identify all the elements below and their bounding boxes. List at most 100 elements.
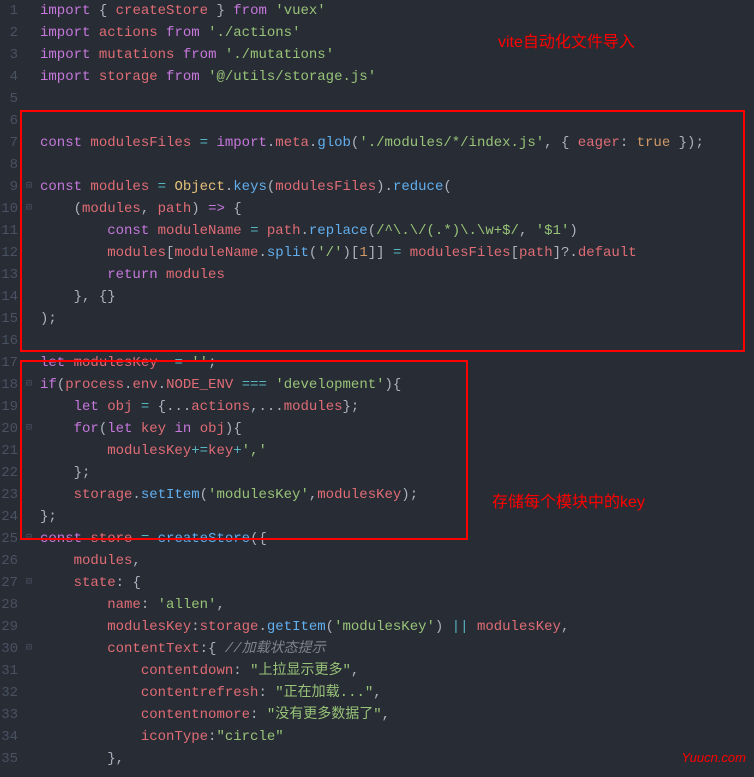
line-number: 3 <box>0 44 18 66</box>
code-line[interactable] <box>40 88 754 110</box>
fold-marker[interactable]: ⊟ <box>26 572 40 594</box>
fold-marker <box>26 44 40 66</box>
fold-marker <box>26 242 40 264</box>
fold-marker <box>26 506 40 528</box>
line-number: 32 <box>0 682 18 704</box>
code-line[interactable]: }, {} <box>40 286 754 308</box>
code-line[interactable]: name: 'allen', <box>40 594 754 616</box>
code-line[interactable]: storage.setItem('modulesKey',modulesKey)… <box>40 484 754 506</box>
fold-marker <box>26 0 40 22</box>
fold-marker <box>26 330 40 352</box>
fold-marker <box>26 154 40 176</box>
fold-marker <box>26 704 40 726</box>
fold-marker <box>26 660 40 682</box>
code-line[interactable]: let obj = {...actions,...modules}; <box>40 396 754 418</box>
code-line[interactable]: contentdown: "上拉显示更多", <box>40 660 754 682</box>
code-line[interactable]: return modules <box>40 264 754 286</box>
code-line[interactable] <box>40 110 754 132</box>
watermark: Yuucn.com <box>681 747 746 769</box>
line-number: 13 <box>0 264 18 286</box>
line-number: 19 <box>0 396 18 418</box>
fold-marker <box>26 88 40 110</box>
code-line[interactable]: const moduleName = path.replace(/^\.\/(.… <box>40 220 754 242</box>
line-number: 20 <box>0 418 18 440</box>
line-number: 33 <box>0 704 18 726</box>
code-line[interactable]: modules, <box>40 550 754 572</box>
code-line[interactable]: }, <box>40 748 754 770</box>
fold-marker[interactable]: ⊟ <box>26 418 40 440</box>
code-line[interactable]: iconType:"circle" <box>40 726 754 748</box>
line-number: 27 <box>0 572 18 594</box>
code-line[interactable]: let modulesKey = ''; <box>40 352 754 374</box>
code-line[interactable]: }; <box>40 506 754 528</box>
fold-marker <box>26 440 40 462</box>
fold-gutter[interactable]: ⊟⊟⊟⊟⊟⊟⊟ <box>26 0 40 770</box>
fold-marker <box>26 110 40 132</box>
fold-marker <box>26 748 40 770</box>
line-number: 4 <box>0 66 18 88</box>
fold-marker <box>26 220 40 242</box>
fold-marker[interactable]: ⊟ <box>26 528 40 550</box>
code-line[interactable]: import actions from './actions' <box>40 22 754 44</box>
line-number: 7 <box>0 132 18 154</box>
fold-marker[interactable]: ⊟ <box>26 638 40 660</box>
line-number: 14 <box>0 286 18 308</box>
code-line[interactable]: modulesKey+=key+',' <box>40 440 754 462</box>
fold-marker <box>26 484 40 506</box>
fold-marker <box>26 550 40 572</box>
fold-marker <box>26 308 40 330</box>
line-number: 15 <box>0 308 18 330</box>
fold-marker <box>26 264 40 286</box>
code-line[interactable]: const modules = Object.keys(modulesFiles… <box>40 176 754 198</box>
fold-marker[interactable]: ⊟ <box>26 374 40 396</box>
line-number: 29 <box>0 616 18 638</box>
line-number: 35 <box>0 748 18 770</box>
fold-marker <box>26 396 40 418</box>
line-number: 26 <box>0 550 18 572</box>
code-area[interactable]: import { createStore } from 'vuex'import… <box>40 0 754 770</box>
code-line[interactable]: state: { <box>40 572 754 594</box>
line-number: 10 <box>0 198 18 220</box>
fold-marker <box>26 682 40 704</box>
code-line[interactable]: if(process.env.NODE_ENV === 'development… <box>40 374 754 396</box>
line-number: 12 <box>0 242 18 264</box>
line-number: 2 <box>0 22 18 44</box>
fold-marker[interactable]: ⊟ <box>26 176 40 198</box>
line-number: 11 <box>0 220 18 242</box>
line-number: 17 <box>0 352 18 374</box>
line-number: 34 <box>0 726 18 748</box>
line-number: 28 <box>0 594 18 616</box>
line-number: 9 <box>0 176 18 198</box>
fold-marker <box>26 66 40 88</box>
code-line[interactable]: const store = createStore({ <box>40 528 754 550</box>
line-number: 6 <box>0 110 18 132</box>
line-number: 8 <box>0 154 18 176</box>
code-line[interactable]: modulesKey:storage.getItem('modulesKey')… <box>40 616 754 638</box>
code-line[interactable]: contentrefresh: "正在加载...", <box>40 682 754 704</box>
code-line[interactable] <box>40 154 754 176</box>
code-line[interactable]: import mutations from './mutations' <box>40 44 754 66</box>
code-editor[interactable]: 1234567891011121314151617181920212223242… <box>0 0 754 770</box>
code-line[interactable]: for(let key in obj){ <box>40 418 754 440</box>
line-number: 22 <box>0 462 18 484</box>
code-line[interactable]: ); <box>40 308 754 330</box>
fold-marker[interactable]: ⊟ <box>26 198 40 220</box>
code-line[interactable]: contentnomore: "没有更多数据了", <box>40 704 754 726</box>
line-number: 16 <box>0 330 18 352</box>
line-number: 23 <box>0 484 18 506</box>
fold-marker <box>26 352 40 374</box>
code-line[interactable]: const modulesFiles = import.meta.glob('.… <box>40 132 754 154</box>
fold-marker <box>26 462 40 484</box>
fold-marker <box>26 726 40 748</box>
fold-marker <box>26 132 40 154</box>
code-line[interactable]: (modules, path) => { <box>40 198 754 220</box>
code-line[interactable]: contentText:{ //加载状态提示 <box>40 638 754 660</box>
code-line[interactable] <box>40 330 754 352</box>
code-line[interactable]: import { createStore } from 'vuex' <box>40 0 754 22</box>
code-line[interactable]: }; <box>40 462 754 484</box>
code-line[interactable]: modules[moduleName.split('/')[1]] = modu… <box>40 242 754 264</box>
line-number: 31 <box>0 660 18 682</box>
line-number: 18 <box>0 374 18 396</box>
line-number: 24 <box>0 506 18 528</box>
code-line[interactable]: import storage from '@/utils/storage.js' <box>40 66 754 88</box>
